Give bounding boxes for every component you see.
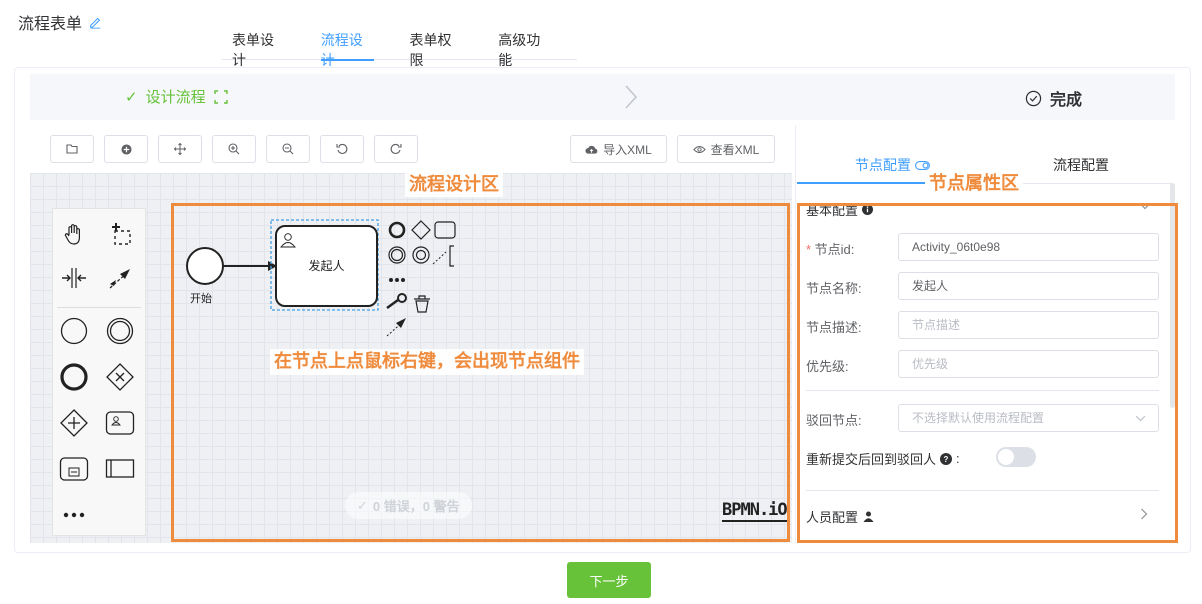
eye-icon [692, 145, 706, 153]
active-tab-indicator [797, 182, 925, 184]
parallel-gateway-icon[interactable] [58, 407, 90, 439]
undo-icon [336, 143, 348, 154]
global-connect-tool-icon[interactable] [104, 262, 136, 294]
move-icon [174, 143, 186, 155]
user-task-icon[interactable] [104, 407, 136, 439]
top-tabs: 表单设计 流程设计 表单权限 高级功能 [222, 30, 577, 68]
move-button[interactable] [158, 135, 202, 163]
tab-process-config[interactable]: 流程配置 [1053, 155, 1109, 175]
page-title-text: 流程表单 [18, 16, 83, 33]
property-area-highlight [797, 203, 1178, 543]
redo-icon [390, 143, 402, 154]
tab-process-design[interactable]: 流程设计 [311, 30, 384, 68]
import-xml-button[interactable]: 导入XML [570, 135, 667, 163]
tab-form-permission[interactable]: 表单权限 [400, 30, 473, 68]
intermediate-event-icon[interactable] [104, 315, 136, 347]
check-circle-icon [1025, 90, 1042, 106]
toggle-icon [915, 160, 930, 170]
tab-form-design[interactable]: 表单设计 [222, 30, 295, 68]
tab-node-config-label: 节点配置 [855, 157, 911, 173]
pool-icon[interactable] [104, 453, 136, 485]
lasso-tool-icon[interactable] [104, 218, 136, 250]
view-xml-button[interactable]: 查看XML [677, 135, 775, 163]
plus-circle-icon [120, 143, 132, 155]
folder-icon [66, 144, 78, 154]
bpmn-palette [52, 208, 146, 536]
undo-button[interactable] [320, 135, 364, 163]
zoom-in-button[interactable] [212, 135, 256, 163]
end-event-icon[interactable] [58, 361, 90, 393]
redo-button[interactable] [374, 135, 418, 163]
step-finish[interactable]: 完成 [1025, 86, 1082, 110]
start-event-icon[interactable] [58, 315, 90, 347]
edit-icon[interactable] [88, 15, 102, 29]
subprocess-icon[interactable] [58, 453, 90, 485]
step-separator-icon [625, 85, 638, 109]
more-icon[interactable] [58, 499, 90, 531]
step-finish-label: 完成 [1050, 92, 1083, 109]
open-file-button[interactable] [50, 135, 94, 163]
palette-divider [57, 307, 141, 308]
zoom-out-icon [282, 143, 294, 155]
fullscreen-icon[interactable] [213, 89, 228, 104]
next-step-button[interactable]: 下一步 [567, 562, 651, 598]
step-design[interactable]: ✓ 设计流程 [125, 86, 228, 107]
tab-node-config[interactable]: 节点配置 [855, 155, 930, 175]
view-xml-label: 查看XML [710, 142, 760, 157]
create-button[interactable] [104, 135, 148, 163]
exclusive-gateway-icon[interactable] [104, 361, 136, 393]
hand-tool-icon[interactable] [58, 218, 90, 250]
context-hint-annotation: 在节点上点鼠标右键，会出现节点组件 [270, 349, 584, 375]
tab-advanced[interactable]: 高级功能 [488, 30, 561, 68]
space-tool-icon[interactable] [58, 262, 90, 294]
property-area-annotation: 节点属性区 [925, 172, 1023, 196]
design-area-annotation: 流程设计区 [405, 173, 503, 197]
zoom-in-icon [228, 143, 240, 155]
import-xml-label: 导入XML [603, 142, 652, 157]
step-design-label: 设计流程 [145, 89, 206, 106]
page-title: 流程表单 [18, 10, 102, 34]
cloud-upload-icon [585, 145, 598, 154]
zoom-out-button[interactable] [266, 135, 310, 163]
check-icon: ✓ [125, 88, 138, 106]
